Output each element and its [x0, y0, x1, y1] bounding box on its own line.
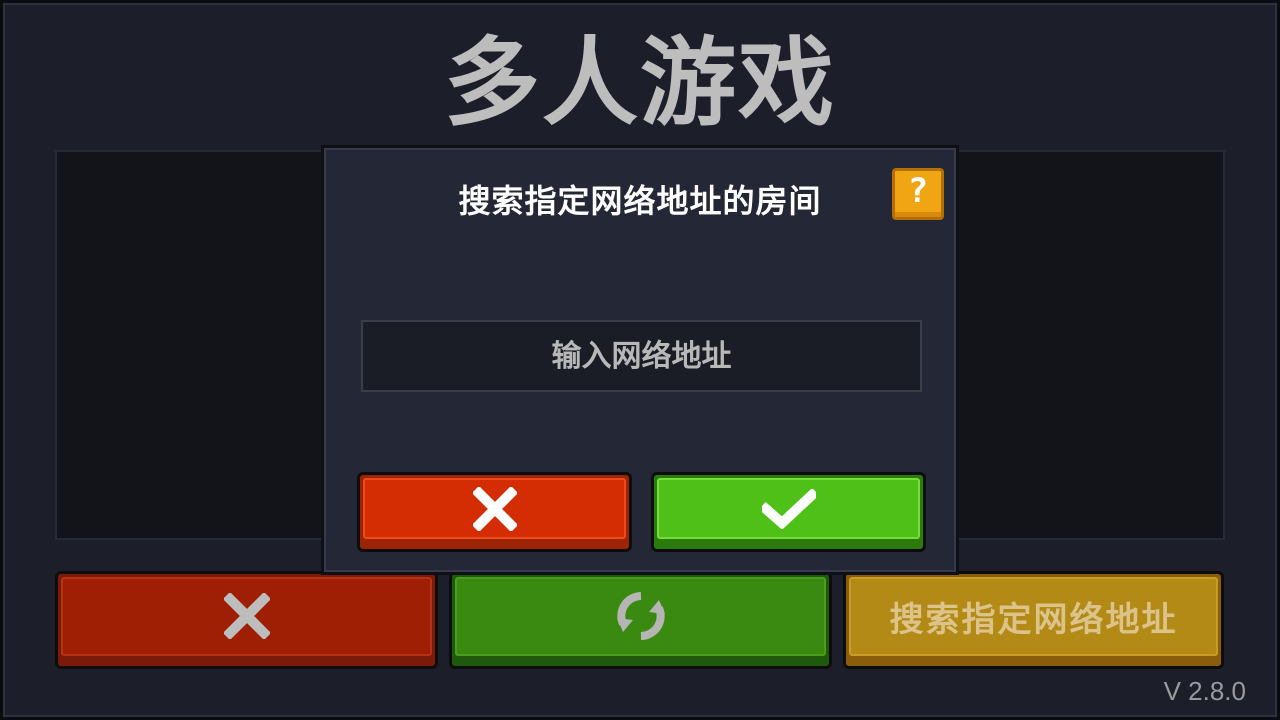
refresh-button[interactable] — [449, 571, 832, 669]
search-address-label: 搜索指定网络地址 — [889, 599, 1178, 640]
refresh-icon — [616, 592, 665, 640]
search-address-dialog: 搜索指定网络地址的房间 ? — [321, 145, 959, 575]
dialog-cancel-button[interactable] — [357, 472, 632, 552]
dialog-confirm-button[interactable] — [651, 472, 926, 552]
close-x-icon — [223, 593, 270, 639]
address-input[interactable] — [361, 320, 922, 392]
checkmark-icon — [761, 488, 816, 529]
close-x-icon — [472, 486, 517, 531]
back-button[interactable] — [55, 571, 438, 669]
version-label: V 2.8.0 — [1163, 676, 1246, 706]
question-mark-icon: ? — [907, 171, 929, 211]
search-address-button[interactable]: 搜索指定网络地址 — [843, 571, 1224, 669]
dialog-title: 搜索指定网络地址的房间 — [458, 182, 822, 220]
page-title: 多人游戏 — [444, 27, 836, 139]
help-button[interactable]: ? — [892, 168, 944, 220]
